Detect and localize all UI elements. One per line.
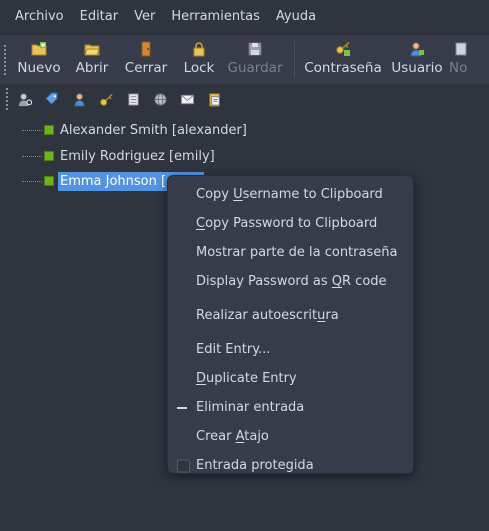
secondary-toolbar [0,84,489,114]
password-qr-item[interactable]: Display Password as QR code [168,267,413,296]
menu-item-label: Realizar autoescritura [196,308,339,323]
entry-label: Emily Rodriguez [emily] [60,148,215,164]
menu-item-label: Duplicate Entry [196,371,297,386]
delete-entry-item[interactable]: Eliminar entrada [168,393,413,422]
find-user-button[interactable] [14,88,36,110]
remove-icon [177,406,187,409]
protected-entry-item[interactable]: Entrada protegida [168,451,413,480]
search-user-icon [18,92,32,106]
send-mail-button[interactable] [176,88,198,110]
tree-connector [22,180,42,182]
notes-button[interactable]: No [449,35,477,84]
auto-type-button[interactable] [203,88,225,110]
user-icon [73,92,85,107]
user-button-label: Usuario [391,60,443,76]
open-button-label: Abrir [75,60,109,76]
copy-user-button[interactable] [68,88,90,110]
new-folder-icon [31,42,47,56]
paste-icon [208,92,220,107]
menu-ver[interactable]: Ver [126,0,163,34]
entry-icon [44,125,54,135]
password-button[interactable]: Contraseña [301,35,385,84]
menu-item-label: Eliminar entrada [196,400,305,415]
lock-icon [193,42,205,57]
copy-username-item[interactable]: Copy Username to Clipboard [168,180,413,209]
copy-password-item[interactable]: Copy Password to Clipboard [168,209,413,238]
show-partial-password-item[interactable]: Mostrar parte de la contraseña [168,238,413,267]
mail-icon [180,94,194,104]
entry-label: Alexander Smith [alexander] [60,122,247,138]
tree-connector [22,129,42,131]
globe-icon [153,92,167,106]
new-button[interactable]: Nuevo [10,35,68,84]
toolbar-grip[interactable] [0,35,10,84]
close-button-label: Cerrar [124,60,168,76]
new-button-label: Nuevo [17,60,61,76]
user-button[interactable]: Usuario [385,35,449,84]
lock-button-label: Lock [183,60,215,76]
menu-item-label: Edit Entry... [196,342,271,357]
menu-herramientas[interactable]: Herramientas [163,0,268,34]
notes-icon [455,42,467,56]
notes-button-label: No [449,60,468,76]
user-icon [410,42,424,57]
main-toolbar: Nuevo Abrir Cerrar Lock Guardar Contrase… [0,34,489,84]
entry-icon [44,151,54,161]
list-icon [127,92,139,106]
edit-entry-item[interactable]: Edit Entry... [168,335,413,364]
open-button[interactable]: Abrir [68,35,116,84]
menu-item-label: Entrada protegida [196,458,314,473]
tag-button[interactable] [41,88,63,110]
menu-item-label: Copy Password to Clipboard [196,216,378,231]
context-menu: Copy Username to Clipboard Copy Password… [167,175,414,474]
menu-item-label: Mostrar parte de la contraseña [196,245,398,260]
menu-ayuda[interactable]: Ayuda [268,0,324,34]
key-icon [336,41,350,56]
notes-list-button[interactable] [122,88,144,110]
close-button[interactable]: Cerrar [116,35,176,84]
open-url-button[interactable] [149,88,171,110]
menu-item-label: Crear Atajo [196,429,269,444]
duplicate-entry-item[interactable]: Duplicate Entry [168,364,413,393]
toolbar-separator [294,41,295,78]
menu-editar[interactable]: Editar [72,0,127,34]
protected-checkbox[interactable] [177,459,190,472]
key-icon [99,93,113,106]
menu-bar: Archivo Editar Ver Herramientas Ayuda [0,0,489,34]
close-door-icon [141,41,151,57]
save-disk-icon [248,42,262,56]
menu-archivo[interactable]: Archivo [7,0,72,34]
entry-icon [44,176,54,186]
create-shortcut-item[interactable]: Crear Atajo [168,422,413,451]
save-button[interactable]: Guardar [222,35,288,84]
list-item[interactable]: Alexander Smith [alexander] [0,119,249,141]
list-item[interactable]: Emily Rodriguez [emily] [0,145,217,167]
menu-item-label: Copy Username to Clipboard [196,187,383,202]
save-button-label: Guardar [227,60,283,76]
copy-password-button[interactable] [95,88,117,110]
tag-icon [44,91,58,105]
toolbar2-grip[interactable] [0,88,14,110]
open-folder-icon [84,44,100,56]
password-button-label: Contraseña [304,60,382,76]
autotype-item[interactable]: Realizar autoescritura [168,301,413,330]
lock-button[interactable]: Lock [176,35,222,84]
menu-item-label: Display Password as QR code [196,274,387,289]
tree-connector [22,155,42,157]
